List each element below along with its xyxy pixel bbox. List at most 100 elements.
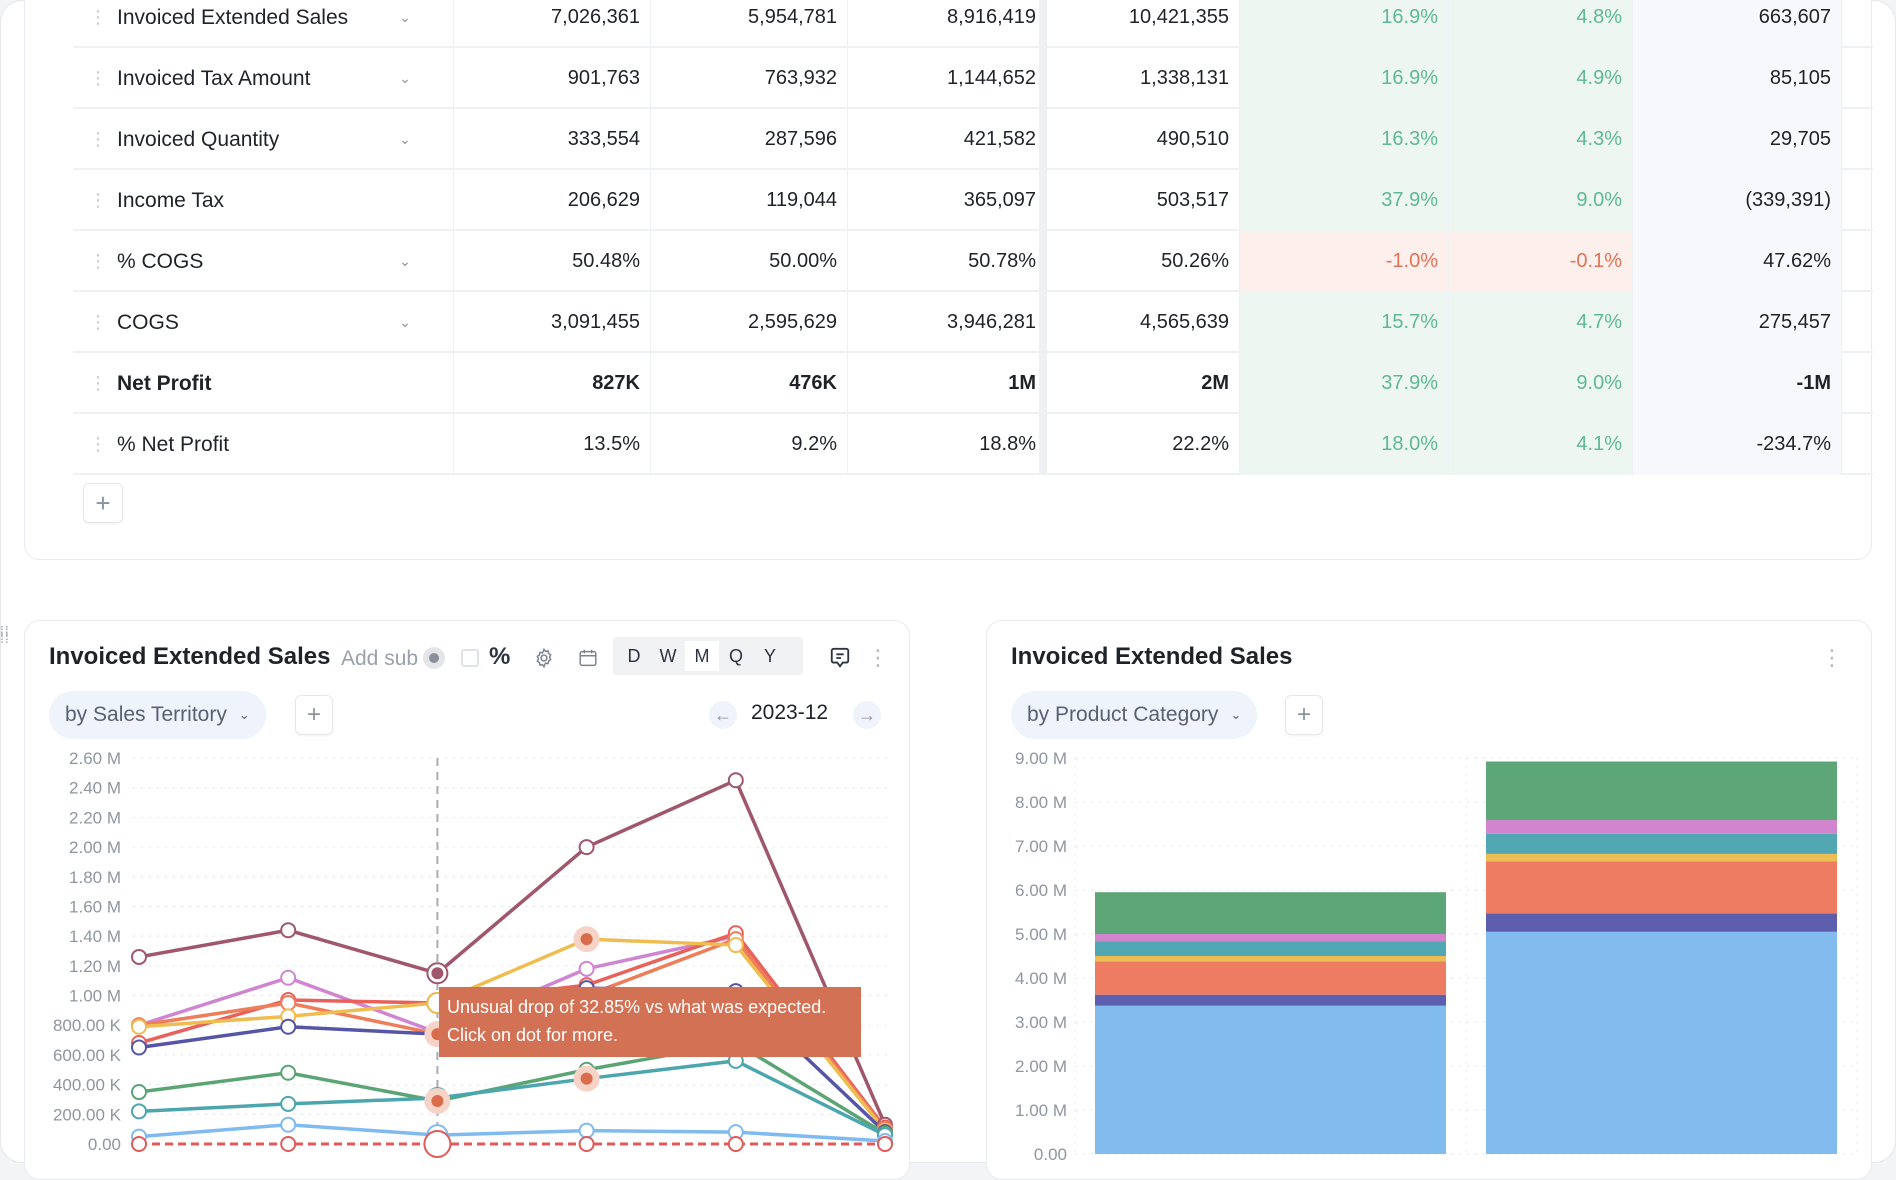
value-cell: 119,044 (651, 170, 848, 231)
drag-handle-icon[interactable]: ⋮ (85, 434, 109, 455)
bar-segment-pink (1486, 820, 1837, 834)
change-cell: 37.9% (1240, 353, 1449, 414)
variance-cell: 47.62% (1633, 231, 1842, 292)
y-tick-label: 1.80 M (69, 868, 121, 887)
y-tick-label: 1.00 M (69, 987, 121, 1006)
y-tick-label: 5.00 M (1015, 925, 1067, 944)
value-cell: 287,596 (651, 109, 848, 170)
drag-handle-icon[interactable]: ⋮ (85, 373, 109, 394)
value-cell: 1,144,652 (848, 48, 1047, 109)
change-cell: 4.3% (1449, 109, 1633, 170)
value-cell: 2,595,629 (651, 292, 848, 353)
data-point (280, 969, 297, 986)
selected-point-dot (431, 967, 444, 980)
value-cell: 206,629 (454, 170, 651, 231)
chevron-down-icon[interactable]: ⌄ (393, 131, 417, 148)
y-tick-label: 2.60 M (69, 749, 121, 768)
y-tick-label: 1.20 M (69, 957, 121, 976)
table-row: ⋮ Income Tax 206,629 119,044 365,097 503,517 3… (73, 170, 1873, 231)
y-tick-label: 3.00 M (1015, 1013, 1067, 1032)
data-point (280, 922, 297, 939)
y-tick-label: 8.00 M (1015, 793, 1067, 812)
y-tick-label: 800.00 K (53, 1016, 122, 1035)
change-cell: 4.9% (1449, 48, 1633, 109)
table-row: ⋮ % Net Profit 13.5% 9.2% 18.8% 22.2% 18.0% 4.1… (73, 414, 1873, 475)
value-cell: 10,421,355 (1047, 0, 1240, 48)
anomaly-tooltip: Unusual drop of 32.85% vs what was expec… (439, 987, 861, 1057)
value-cell: 1M (848, 353, 1047, 414)
value-cell: 8,916,419 (848, 0, 1047, 48)
y-tick-label: 1.60 M (69, 897, 121, 916)
y-tick-label: 1.00 M (1015, 1101, 1067, 1120)
data-point (578, 1136, 595, 1152)
value-cell: 365,097 (848, 170, 1047, 231)
data-point (131, 948, 147, 965)
y-tick-label: 6.00 M (1015, 881, 1067, 900)
line-chart: 0.00 200.00 K 400.00 K 600.00 K 800.00 K 1.00… (53, 749, 893, 1158)
series-line-maroon (138, 777, 887, 1126)
change-cell: 9.0% (1449, 353, 1633, 414)
bar-segment-pink (1095, 934, 1446, 942)
stacked-bar-chart: 0.00 1.00 M 2.00 M 3.00 M 4.00 M 5.00 M 6.00 M… (1015, 749, 1858, 1161)
data-point (727, 937, 744, 954)
bar-segment-orange (1486, 861, 1837, 914)
value-cell: 476K (651, 353, 848, 414)
metric-name: Invoiced Tax Amount (117, 66, 311, 90)
value-cell: 4,565,639 (1047, 292, 1240, 353)
metric-name: % COGS (117, 249, 204, 273)
card-drag-handle[interactable]: ⁞⁞ ⁞⁞ (0, 624, 14, 645)
variance-cell: -234.7% (1633, 414, 1842, 475)
change-cell: 4.7% (1449, 292, 1633, 353)
value-cell: 490,510 (1047, 109, 1240, 170)
value-cell: 2M (1047, 353, 1240, 414)
y-tick-label: 1.40 M (69, 927, 121, 946)
table-row: ⋮ Invoiced Extended Sales ⌄ 7,026,361 5,954,… (73, 0, 1873, 48)
y-tick-label: 2.00 M (69, 838, 121, 857)
table-row: ⋮ % COGS ⌄ 50.48% 50.00% 50.78% 50.26% -1.0% -0.… (73, 231, 1873, 292)
variance-cell: 275,457 (1633, 292, 1842, 353)
variance-cell: -1M (1633, 353, 1842, 414)
y-tick-label: 4.00 M (1015, 969, 1067, 988)
data-point (280, 1116, 297, 1133)
drag-handle-icon[interactable]: ⋮ (85, 68, 109, 89)
metrics-table-card: ⋮ Invoiced Extended Sales ⌄ 7,026,361 5,954,… (24, 0, 1873, 560)
value-cell: 333,554 (454, 109, 651, 170)
add-metric-button[interactable]: + (83, 483, 123, 523)
y-tick-label: 7.00 M (1015, 837, 1067, 856)
drag-handle-icon[interactable]: ⋮ (85, 251, 109, 272)
bar-segment-green (1486, 761, 1837, 821)
drag-handle-icon[interactable]: ⋮ (85, 129, 109, 150)
y-tick-label: 2.20 M (69, 808, 121, 827)
data-point (280, 1064, 297, 1081)
data-point (280, 1095, 297, 1112)
column-separator (1039, 0, 1047, 475)
value-cell: 5,954,781 (651, 0, 848, 48)
metric-name: Income Tax (117, 188, 224, 212)
bar-chart-card: Invoiced Extended Sales ⋮ by Product Cat… (986, 620, 1872, 1180)
change-cell: 4.1% (1449, 414, 1633, 475)
data-point (131, 1136, 147, 1152)
value-cell: 503,517 (1047, 170, 1240, 231)
chevron-down-icon[interactable]: ⌄ (393, 9, 417, 26)
chevron-down-icon[interactable]: ⌄ (393, 70, 417, 87)
value-cell: 7,026,361 (454, 0, 651, 48)
drag-handle-icon[interactable]: ⋮ (85, 7, 109, 28)
change-cell: 15.7% (1240, 292, 1449, 353)
metric-label-cell: ⋮ Net Profit (73, 353, 454, 414)
value-cell: 50.00% (651, 231, 848, 292)
data-point (877, 1136, 893, 1152)
chevron-down-icon[interactable]: ⌄ (393, 314, 417, 331)
drag-handle-icon[interactable]: ⋮ (85, 312, 109, 333)
y-tick-label: 0.00 (1034, 1145, 1067, 1161)
chevron-down-icon[interactable]: ⌄ (393, 253, 417, 270)
bar-segment-teal (1486, 833, 1837, 854)
metric-name: COGS (117, 310, 179, 334)
metric-label-cell: ⋮ % COGS ⌄ (73, 231, 454, 292)
series-line-light-blue (138, 1122, 886, 1143)
data-point (131, 1018, 147, 1035)
drag-handle-icon[interactable]: ⋮ (85, 190, 109, 211)
anomaly-dot (431, 1094, 444, 1107)
value-cell: 9.2% (651, 414, 848, 475)
metric-name: Net Profit (117, 371, 212, 395)
metric-label-cell: ⋮ Invoiced Tax Amount ⌄ (73, 48, 454, 109)
